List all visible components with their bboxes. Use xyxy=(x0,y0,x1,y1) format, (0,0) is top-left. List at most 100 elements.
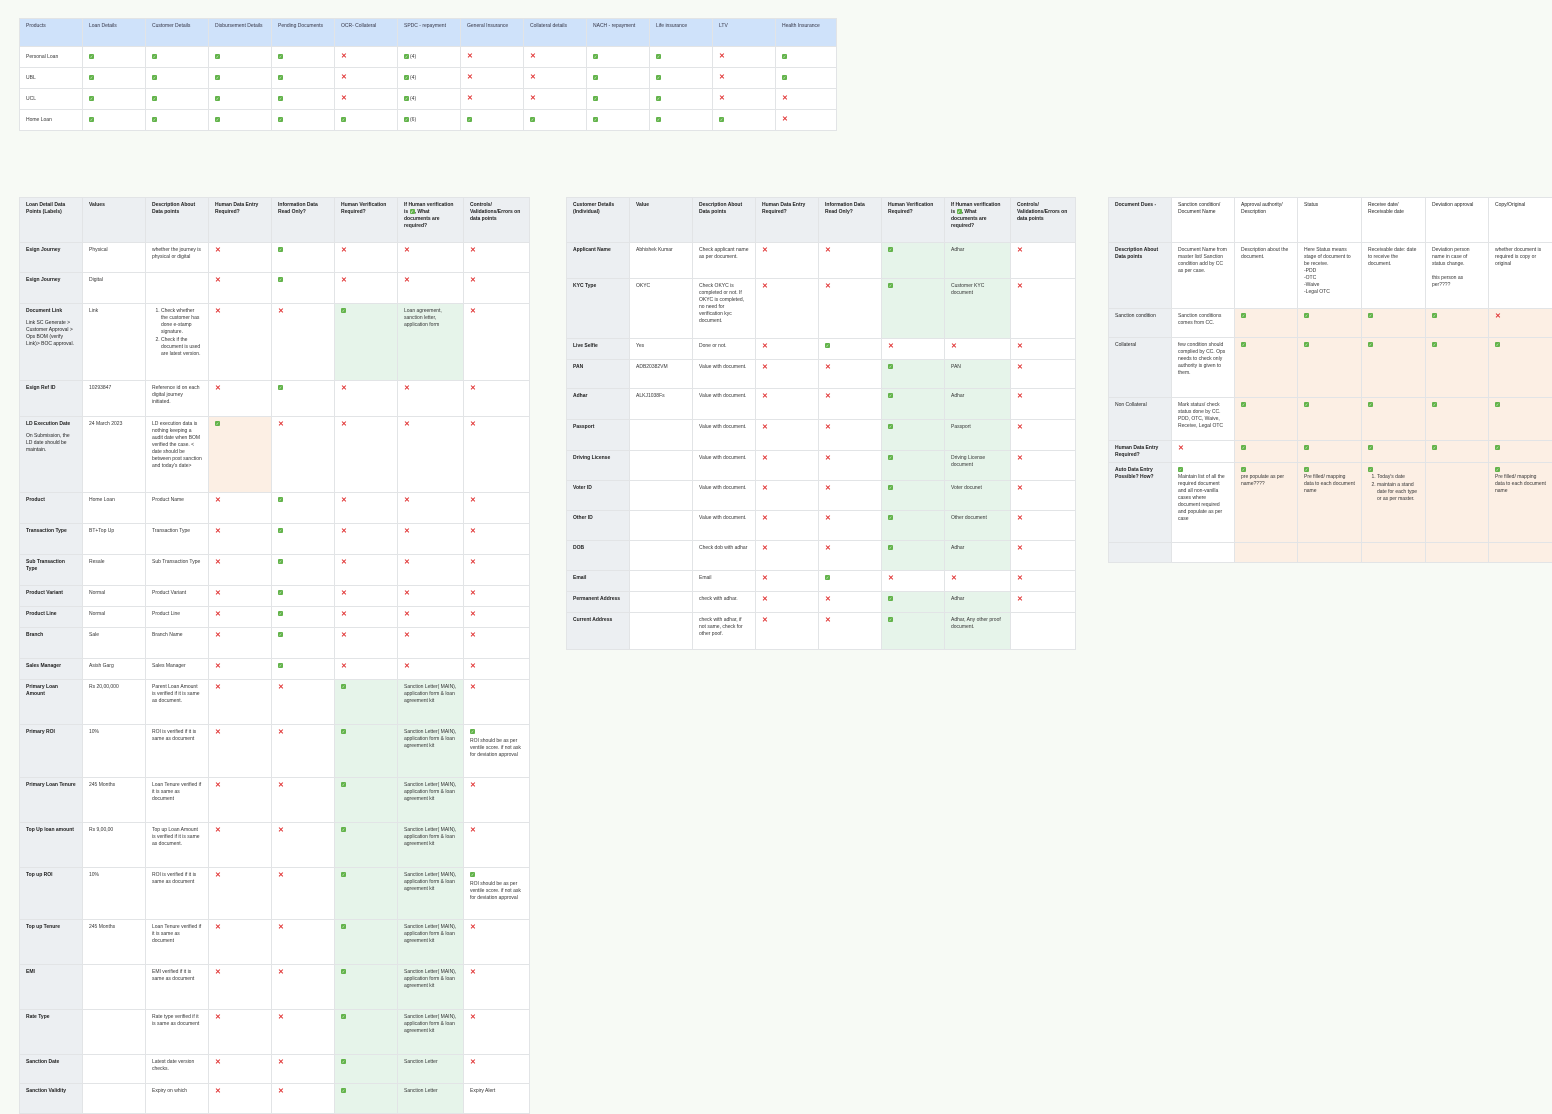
description-text: Value with document. xyxy=(699,393,746,399)
value-text: OKYC xyxy=(636,283,650,289)
check-icon xyxy=(341,308,346,313)
table-cell: Passport xyxy=(567,420,630,451)
row-label: Sanction Date xyxy=(26,1059,76,1066)
header-cell: Controls/ Validations/Errors on data poi… xyxy=(1011,198,1076,243)
document-dues-table: Document Dues - Sanction condition/ Docu… xyxy=(1108,197,1552,563)
table-cell: Link xyxy=(83,304,146,381)
header-cell: Loan Details xyxy=(83,19,146,47)
check-icon xyxy=(782,54,787,59)
table-row: Current Addresscheck with adhar, if not … xyxy=(567,613,1076,650)
cross-icon: ✕ xyxy=(341,632,347,639)
check-icon xyxy=(278,117,283,122)
table-row: Sales ManagerAsish GargSales Manager✕✕✕✕ xyxy=(20,659,530,680)
auto-text: Pre filled/ mapping data to each documen… xyxy=(1495,474,1546,495)
table-cell xyxy=(1235,338,1298,398)
row-label: Personal Loan xyxy=(26,54,58,60)
table-cell: ✕ xyxy=(819,481,882,511)
cross-icon: ✕ xyxy=(215,559,221,566)
check-icon xyxy=(278,611,283,616)
table-cell xyxy=(1489,398,1552,441)
check-icon xyxy=(593,117,598,122)
cross-icon: ✕ xyxy=(719,95,725,102)
table-row: Primary ROI10%ROI is verified if it is s… xyxy=(20,725,530,778)
table-cell: (4) xyxy=(398,89,461,110)
table-cell: Sale xyxy=(83,628,146,659)
table-cell: Product Variant xyxy=(20,586,83,607)
check-icon xyxy=(89,96,94,101)
table-cell: ✕ xyxy=(272,965,335,1010)
table-cell: ✕ xyxy=(209,586,272,607)
table-cell xyxy=(461,110,524,131)
cross-icon: ✕ xyxy=(215,872,221,879)
cross-icon: ✕ xyxy=(825,247,831,254)
count-label: (4) xyxy=(410,54,416,60)
table-cell: Physical xyxy=(83,243,146,273)
table-cell xyxy=(83,1010,146,1055)
cross-icon: ✕ xyxy=(1017,393,1023,400)
table-cell: Product Line xyxy=(146,607,209,628)
table-cell: ✕ xyxy=(756,243,819,279)
table-cell xyxy=(83,47,146,68)
table-cell: ✕ xyxy=(335,607,398,628)
table-cell: ROI is verified if it is same as documen… xyxy=(146,725,209,778)
documents-text: Voter docunet xyxy=(951,485,982,491)
table-cell: ✕ xyxy=(335,243,398,273)
table-cell: Transaction Type xyxy=(146,524,209,555)
value-text: Asish Garg xyxy=(89,663,114,669)
table-row: DOBCheck dob with adhar✕✕Adhar✕ xyxy=(567,541,1076,571)
table-cell: ✕ xyxy=(209,381,272,417)
description-text: LD execution data is nothing keeping a a… xyxy=(152,421,202,469)
cross-icon: ✕ xyxy=(762,515,768,522)
header-cell: Products xyxy=(20,19,83,47)
table-cell: Adhar, Any other proof document. xyxy=(945,613,1011,650)
check-icon xyxy=(215,54,220,59)
cross-icon: ✕ xyxy=(215,969,221,976)
cross-icon: ✕ xyxy=(215,663,221,670)
table-cell: ✕ xyxy=(209,920,272,965)
header-cell: Status xyxy=(1298,198,1362,243)
table-cell: ✕ xyxy=(819,613,882,650)
cross-icon: ✕ xyxy=(341,385,347,392)
header-cell: Document Dues - xyxy=(1109,198,1172,243)
cross-icon: ✕ xyxy=(1017,515,1023,522)
table-cell: whether the journey is physical or digit… xyxy=(146,243,209,273)
check-icon xyxy=(278,632,283,637)
table-cell: BT+Top Up xyxy=(83,524,146,555)
cross-icon: ✕ xyxy=(825,545,831,552)
row-label: Primary Loan Tenure xyxy=(26,782,76,789)
check-icon xyxy=(888,364,893,369)
table-cell: ✕ xyxy=(209,778,272,823)
table-cell: ✕ xyxy=(819,420,882,451)
header-cell: Approval authority/ Description xyxy=(1235,198,1298,243)
description-text: Value with document. xyxy=(699,424,746,430)
table-cell xyxy=(272,381,335,417)
cross-icon: ✕ xyxy=(470,559,476,566)
table-cell: ✕ xyxy=(209,607,272,628)
table-cell: Sales Manager xyxy=(20,659,83,680)
table-cell xyxy=(1298,309,1362,338)
table-cell: Document Name from master list/ Sanction… xyxy=(1172,243,1235,309)
cross-icon: ✕ xyxy=(762,596,768,603)
table-row: Esign JourneyPhysicalwhether the journey… xyxy=(20,243,530,273)
cross-icon: ✕ xyxy=(470,590,476,597)
table-cell xyxy=(524,110,587,131)
table-cell: Receivable date: date to receive the doc… xyxy=(1362,243,1426,309)
table-row: Sub Transaction TypeResaleSub Transactio… xyxy=(20,555,530,586)
check-icon xyxy=(1241,402,1246,407)
table-cell: Primary Loan Amount xyxy=(20,680,83,725)
description-text: ROI is verified if it is same as documen… xyxy=(152,729,196,742)
cross-icon: ✕ xyxy=(762,485,768,492)
cross-icon: ✕ xyxy=(1017,545,1023,552)
table-row: UCL✕(4)✕✕✕✕ xyxy=(20,89,837,110)
check-icon xyxy=(341,1014,346,1019)
table-cell: ✕ xyxy=(756,592,819,613)
table-cell xyxy=(335,304,398,381)
table-cell: ✕ xyxy=(756,451,819,481)
table-cell: Sanction Letter( MAIN), application form… xyxy=(398,725,464,778)
table-cell: ✕ xyxy=(461,89,524,110)
table-cell: Pre filled/ mapping data to each documen… xyxy=(1298,463,1362,543)
description-text: Expiry on which xyxy=(152,1088,187,1094)
table-cell: LD execution data is nothing keeping a a… xyxy=(146,417,209,493)
cross-icon: ✕ xyxy=(470,782,476,789)
cross-icon: ✕ xyxy=(341,663,347,670)
